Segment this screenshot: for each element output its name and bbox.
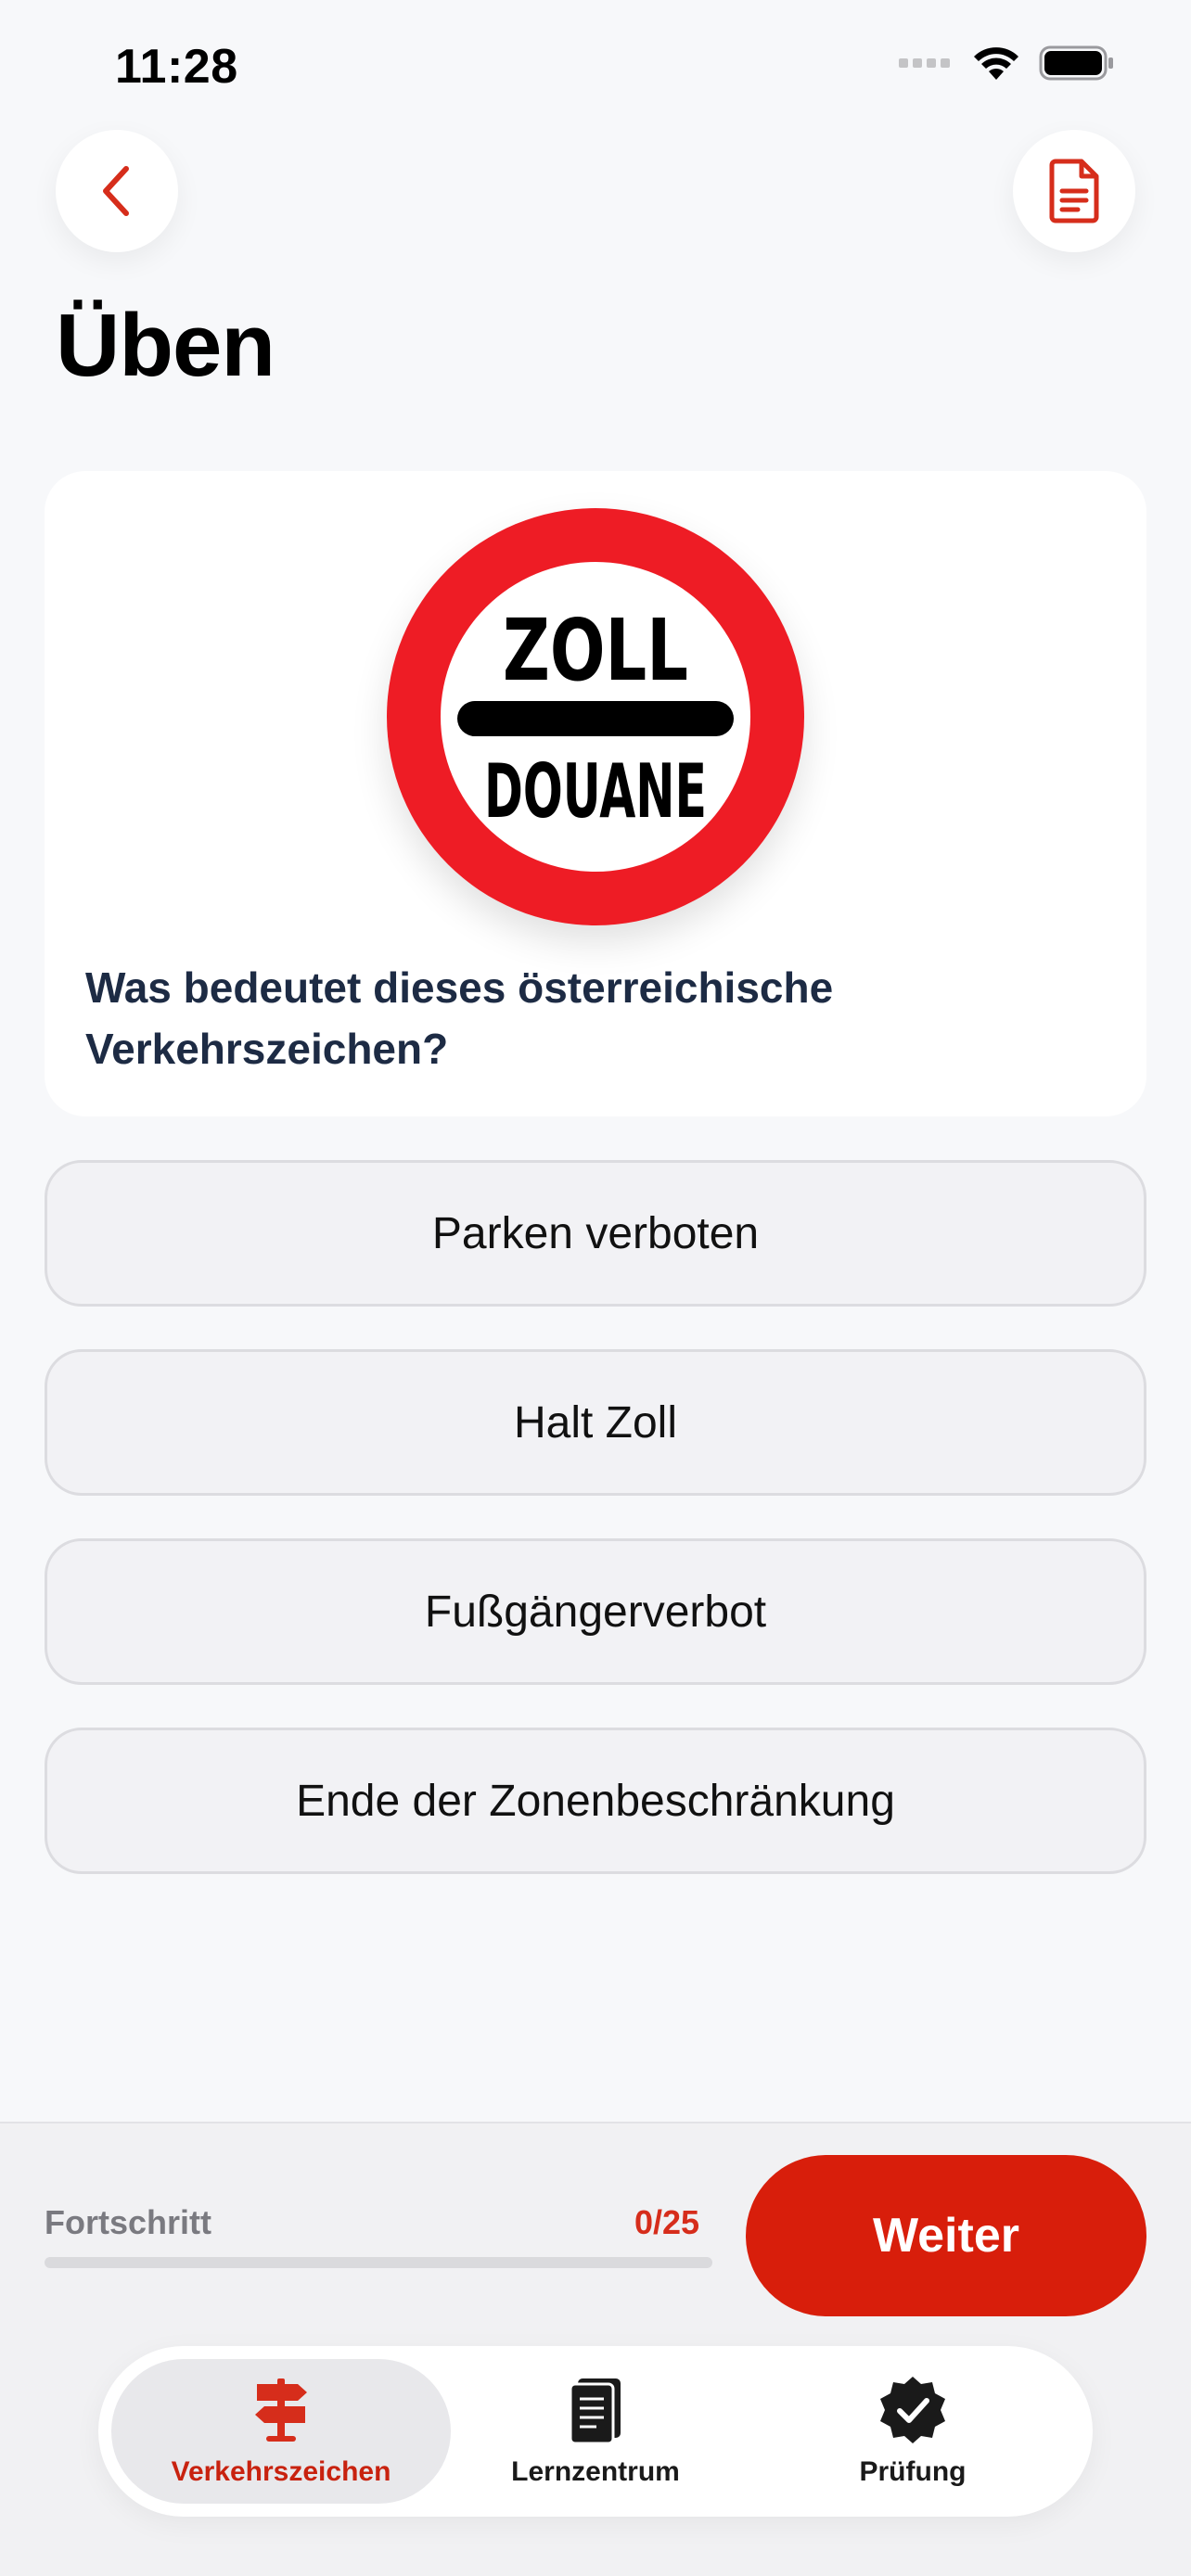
tab-label: Lernzentrum (511, 2456, 680, 2487)
chevron-left-icon (103, 166, 129, 216)
document-icon (1049, 159, 1099, 223)
tab-pruefung[interactable]: Prüfung (748, 2359, 1078, 2504)
progress-label: Fortschritt (45, 2203, 211, 2241)
tab-label: Prüfung (859, 2456, 967, 2487)
cellular-signal-icon (899, 58, 950, 68)
status-indicators (899, 45, 1115, 82)
sign-text-bottom: DOUANE (484, 748, 707, 835)
progress-bar (45, 2257, 712, 2268)
answer-option[interactable]: Fußgängerverbot (45, 1538, 1146, 1685)
answer-option[interactable]: Halt Zoll (45, 1349, 1146, 1496)
page-title: Üben (56, 296, 275, 395)
verified-badge-icon (877, 2375, 948, 2445)
battery-icon (1039, 45, 1113, 81)
progress-count: 0/25 (634, 2203, 700, 2241)
question-text: Was bedeutet dieses österreichische Verk… (85, 963, 834, 1073)
next-button[interactable]: Weiter (746, 2155, 1146, 2316)
answer-option[interactable]: Ende der Zonenbeschränkung (45, 1728, 1146, 1874)
tab-bar: Verkehrszeichen Lernzentrum Prüfung (98, 2346, 1093, 2517)
question-card: ZOLL DOUANE Was bedeutet dieses österrei… (45, 471, 1146, 1116)
traffic-sign-image: ZOLL DOUANE (387, 508, 804, 925)
back-button[interactable] (56, 130, 178, 252)
status-time: 11:28 (115, 40, 238, 94)
notebook-icon (560, 2375, 631, 2445)
document-button[interactable] (1013, 130, 1135, 252)
status-bar: 11:28 (0, 0, 1191, 130)
sign-text-top: ZOLL (503, 601, 688, 700)
tab-label: Verkehrszeichen (171, 2456, 391, 2487)
signpost-icon (246, 2375, 316, 2445)
answer-option[interactable]: Parken verboten (45, 1160, 1146, 1307)
tab-verkehrszeichen[interactable]: Verkehrszeichen (111, 2359, 451, 2504)
tab-lernzentrum[interactable]: Lernzentrum (442, 2359, 749, 2504)
wifi-icon (974, 47, 1018, 80)
